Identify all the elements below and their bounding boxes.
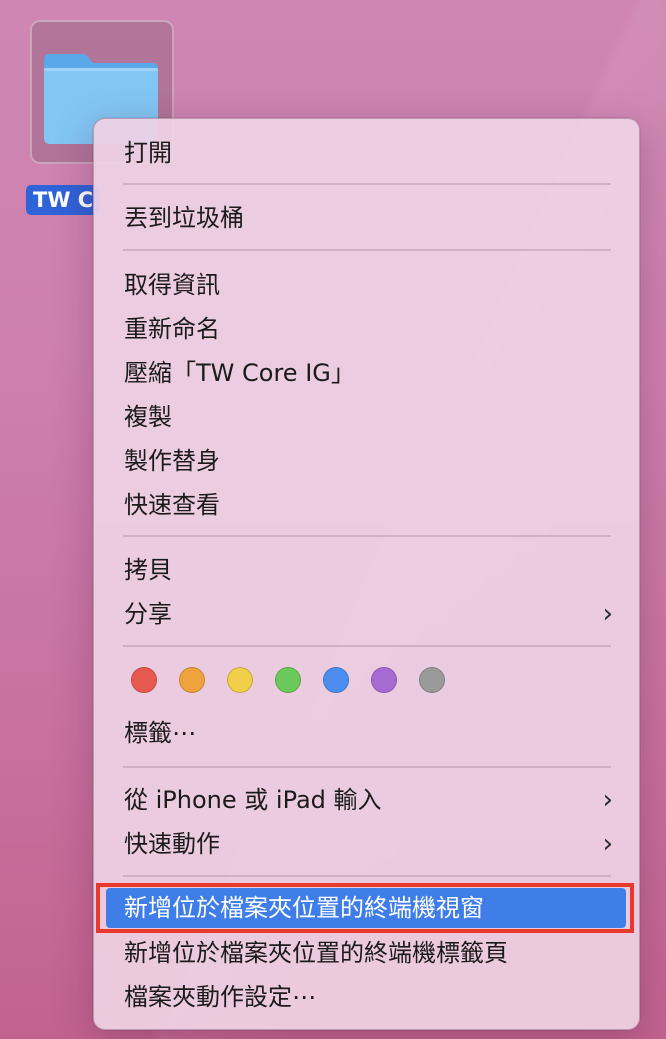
menu-item-label: 壓縮「TW Core IG」 [124,359,355,387]
separator [123,249,611,251]
menu-item-move-to-trash[interactable]: 丟到垃圾桶 [94,196,639,240]
menu-item-duplicate[interactable]: 複製 [94,395,639,439]
tag-gray-dot[interactable] [419,667,445,693]
menu-item-open[interactable]: 打開 [94,131,639,175]
menu-item-label: 快速動作 [124,830,220,858]
separator [123,875,611,877]
chevron-right-icon: › [602,829,613,859]
separator [123,535,611,537]
menu-item-tags[interactable]: 標籤⋯ [94,711,639,755]
menu-item-label: 重新命名 [124,315,220,343]
menu-item-label: 丟到垃圾桶 [124,204,244,232]
menu-item-quick-actions[interactable]: 快速動作 › [94,822,639,866]
menu-item-share[interactable]: 分享 › [94,592,639,636]
context-menu: 打開 丟到垃圾桶 取得資訊 重新命名 壓縮「TW Core IG」 複製 製作替… [93,118,640,1030]
tag-orange-dot[interactable] [179,667,205,693]
menu-item-label: 快速查看 [124,491,220,519]
tag-yellow-dot[interactable] [227,667,253,693]
menu-item-new-terminal-window[interactable]: 新增位於檔案夾位置的終端機視窗 [94,883,639,933]
chevron-right-icon: › [602,599,613,629]
menu-item-label: 複製 [124,403,172,431]
desktop: TW C 打開 丟到垃圾桶 取得資訊 重新命名 壓縮「TW Core IG」 複… [0,0,666,1039]
separator [123,183,611,185]
menu-item-make-alias[interactable]: 製作替身 [94,439,639,483]
menu-item-label: 製作替身 [124,447,220,475]
tag-green-dot[interactable] [275,667,301,693]
menu-item-label: 標籤⋯ [124,719,196,747]
menu-item-label: 新增位於檔案夾位置的終端機視窗 [124,894,484,922]
menu-item-label: 拷貝 [124,556,172,584]
menu-item-label: 檔案夾動作設定⋯ [124,983,316,1011]
menu-item-quick-look[interactable]: 快速查看 [94,483,639,527]
menu-item-get-info[interactable]: 取得資訊 [94,263,639,307]
folder-name-label: TW C [26,185,100,215]
menu-item-folder-actions-setup[interactable]: 檔案夾動作設定⋯ [94,975,639,1019]
menu-item-copy[interactable]: 拷貝 [94,548,639,592]
menu-item-new-terminal-tab[interactable]: 新增位於檔案夾位置的終端機標籤頁 [94,931,639,975]
menu-item-label: 分享 [124,600,172,628]
tag-red-dot[interactable] [131,667,157,693]
menu-item-import-from-iphone[interactable]: 從 iPhone 或 iPad 輸入 › [94,778,639,822]
separator [123,645,611,647]
menu-item-compress[interactable]: 壓縮「TW Core IG」 [94,351,639,395]
menu-item-label: 從 iPhone 或 iPad 輸入 [124,786,382,814]
menu-item-rename[interactable]: 重新命名 [94,307,639,351]
menu-item-label: 取得資訊 [124,271,220,299]
tag-color-row [131,667,461,697]
tag-blue-dot[interactable] [323,667,349,693]
tag-purple-dot[interactable] [371,667,397,693]
menu-item-label: 打開 [124,139,172,167]
separator [123,766,611,768]
menu-item-label: 新增位於檔案夾位置的終端機標籤頁 [124,939,508,967]
chevron-right-icon: › [602,785,613,815]
